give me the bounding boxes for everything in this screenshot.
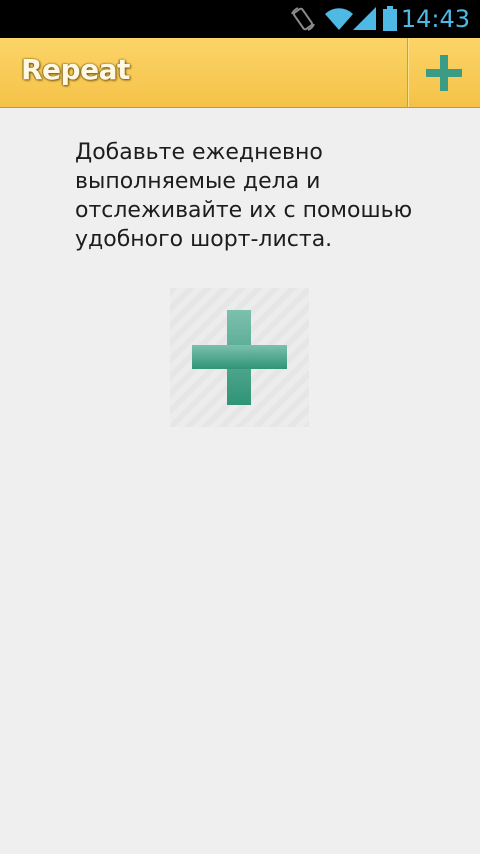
app-title: Repeat xyxy=(21,53,130,86)
plus-icon xyxy=(426,55,462,91)
screen-rotation-icon xyxy=(290,6,316,36)
status-bar: 14:43 xyxy=(0,0,480,38)
battery-icon xyxy=(382,6,398,36)
action-bar: Repeat xyxy=(0,38,480,108)
clock: 14:43 xyxy=(400,5,470,33)
plus-icon xyxy=(192,310,287,405)
empty-state-hint: Добавьте ежедневно выполняемые дела и от… xyxy=(75,140,413,252)
add-task-button[interactable] xyxy=(409,38,480,107)
signal-icon xyxy=(352,6,378,36)
wifi-icon xyxy=(324,6,354,36)
add-first-task-button[interactable] xyxy=(170,288,309,427)
